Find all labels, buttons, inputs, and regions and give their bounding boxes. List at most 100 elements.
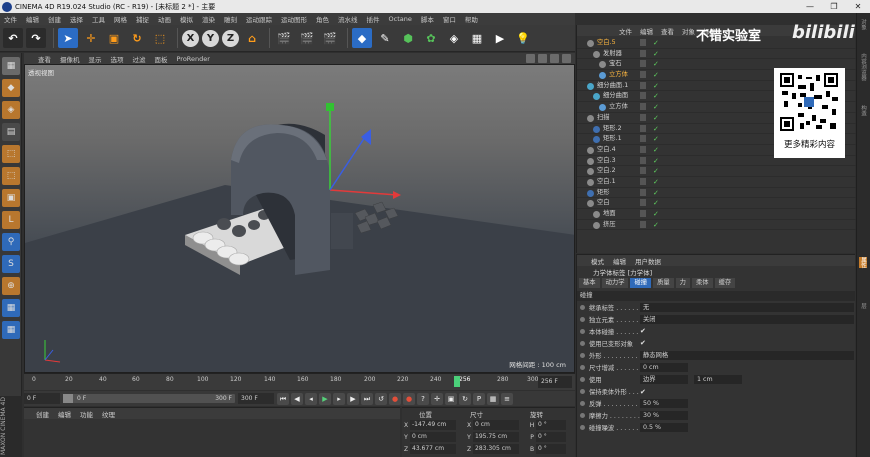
preview-range-slider[interactable]: 0 F 300 F	[63, 394, 235, 403]
position-x-field[interactable]: -147.49 cm	[410, 420, 456, 430]
visibility-flags[interactable]	[640, 71, 648, 79]
visibility-flags[interactable]	[640, 124, 648, 132]
subdivision-surface-icon[interactable]: ⬢	[398, 28, 418, 48]
enable-check-icon[interactable]: ✓	[653, 49, 659, 60]
snap-icon[interactable]: ⊕	[2, 277, 20, 295]
solo-mode-icon[interactable]: S	[2, 255, 20, 273]
attribute-dropdown[interactable]: 静态网格	[640, 350, 854, 360]
object-list-item[interactable]: 挤压 ✓	[577, 220, 856, 231]
render-settings-icon[interactable]: 🎬	[320, 28, 340, 48]
enable-check-icon[interactable]: ✓	[653, 134, 659, 145]
rotate-icon[interactable]: ↻	[127, 28, 147, 48]
perspective-viewport[interactable]: 透视视图 网格间距: 100 cm	[24, 64, 575, 373]
visibility-flags[interactable]	[640, 177, 648, 185]
tab-objects-vertical[interactable]: 对象	[859, 19, 867, 30]
viewport-menu-panel[interactable]: 面板	[155, 54, 168, 64]
menu-help[interactable]: 帮助	[465, 14, 478, 24]
pla-key-icon[interactable]: ▦	[487, 392, 499, 405]
previous-key-icon[interactable]: ◀	[291, 392, 303, 405]
enable-check-icon[interactable]: ✓	[653, 145, 659, 156]
redo-icon[interactable]: ↷	[26, 28, 46, 48]
pan-icon[interactable]	[526, 54, 535, 63]
edges-mode-icon[interactable]: ⬚	[2, 167, 20, 185]
om-menu-view[interactable]: 查看	[661, 26, 674, 36]
scale-icon[interactable]: ▣	[104, 28, 124, 48]
visibility-flags[interactable]	[640, 113, 648, 121]
animate-dot-icon[interactable]	[580, 365, 585, 371]
scale-key-icon[interactable]: ▣	[445, 392, 457, 405]
material-menu-edit[interactable]: 编辑	[58, 409, 71, 419]
next-key-icon[interactable]: ▶	[347, 392, 359, 405]
enable-check-icon[interactable]: ✓	[653, 59, 659, 70]
material-menu-create[interactable]: 创建	[36, 409, 49, 419]
keyframe-selection-icon[interactable]: ?	[417, 392, 429, 405]
enable-check-icon[interactable]: ✓	[653, 38, 659, 49]
menu-octane[interactable]: Octane	[389, 15, 412, 23]
attribute-inline-field[interactable]: 边界	[640, 375, 688, 385]
menu-render[interactable]: 渲染	[202, 14, 215, 24]
material-menu-function[interactable]: 功能	[80, 409, 93, 419]
size-y-field[interactable]: 195.75 cm	[473, 432, 519, 442]
points-mode-icon[interactable]: ⬚	[2, 145, 20, 163]
am-menu-mode[interactable]: 模式	[591, 256, 604, 266]
deformer-icon[interactable]: ◈	[444, 28, 464, 48]
minimize-button[interactable]: —	[798, 2, 822, 11]
maximize-button[interactable]: ❐	[822, 2, 846, 11]
visibility-flags[interactable]	[640, 81, 648, 89]
object-list-item[interactable]: 矩形 ✓	[577, 188, 856, 199]
size-x-field[interactable]: 0 cm	[473, 420, 519, 430]
rotation-h-field[interactable]: 0 °	[536, 420, 566, 430]
menu-sculpt[interactable]: 雕刻	[224, 14, 237, 24]
toggle-layout-icon[interactable]	[562, 54, 571, 63]
model-mode-icon[interactable]: ◆	[2, 79, 20, 97]
cloner-icon[interactable]: ✿	[421, 28, 441, 48]
viewport-menu-display[interactable]: 显示	[89, 54, 102, 64]
go-to-end-icon[interactable]: ⏭	[361, 392, 373, 405]
enable-check-icon[interactable]: ✓	[653, 220, 659, 231]
move-icon[interactable]: ✛	[81, 28, 101, 48]
om-menu-file[interactable]: 文件	[619, 26, 632, 36]
object-list-item[interactable]: 地面 ✓	[577, 209, 856, 220]
record-key-icon[interactable]: ●	[389, 392, 401, 405]
loop-icon[interactable]: ↺	[375, 392, 387, 405]
polygons-mode-icon[interactable]: ▣	[2, 189, 20, 207]
attribute-dropdown[interactable]: 关闭	[640, 314, 854, 324]
animate-dot-icon[interactable]	[580, 425, 585, 431]
position-y-field[interactable]: 0 cm	[410, 432, 456, 442]
end-frame-field[interactable]: 300 F	[238, 393, 274, 404]
visibility-flags[interactable]	[640, 39, 648, 46]
menu-mesh[interactable]: 网格	[114, 14, 127, 24]
rotation-key-icon[interactable]: ↻	[459, 392, 471, 405]
animate-dot-icon[interactable]	[580, 413, 585, 419]
x-axis-lock-icon[interactable]: X	[182, 29, 199, 47]
enable-check-icon[interactable]: ✓	[653, 166, 659, 177]
animate-dot-icon[interactable]	[580, 304, 585, 310]
texture-mode-icon[interactable]: ◈	[2, 101, 20, 119]
start-frame-field[interactable]: 0 F	[24, 393, 60, 404]
om-menu-objects[interactable]: 对象	[682, 26, 695, 36]
animate-dot-icon[interactable]	[580, 352, 585, 358]
enable-check-icon[interactable]: ✓	[653, 81, 659, 92]
enable-check-icon[interactable]: ✓	[653, 113, 659, 124]
menu-pipeline[interactable]: 流水线	[338, 14, 358, 24]
pen-spline-icon[interactable]: ✎	[375, 28, 395, 48]
visibility-flags[interactable]	[640, 60, 648, 68]
parameter-key-icon[interactable]: P	[473, 392, 485, 405]
playhead-marker[interactable]	[454, 376, 460, 387]
material-menu-texture[interactable]: 纹理	[102, 409, 115, 419]
timeline-ruler[interactable]: 0 20 40 60 80 100 120 140 160 180 200 22…	[24, 373, 575, 390]
om-menu-edit[interactable]: 编辑	[640, 26, 653, 36]
coordinate-system-icon[interactable]: ⌂	[242, 28, 262, 48]
position-key-icon[interactable]: ✛	[431, 392, 443, 405]
menu-script[interactable]: 脚本	[421, 14, 434, 24]
visibility-flags[interactable]	[640, 156, 648, 164]
attribute-checkbox[interactable]: ✔	[640, 388, 646, 396]
visibility-flags[interactable]	[640, 92, 648, 100]
attribute-value-field[interactable]: 0.5 %	[640, 423, 688, 433]
position-z-field[interactable]: 43.677 cm	[410, 444, 456, 454]
tab-force[interactable]: 力	[675, 278, 690, 288]
viewport-menu-cameras[interactable]: 摄像机	[60, 54, 80, 64]
visibility-flags[interactable]	[640, 210, 648, 217]
axis-mode-icon[interactable]: L	[2, 211, 20, 229]
attribute-dropdown[interactable]: 无	[640, 302, 854, 312]
